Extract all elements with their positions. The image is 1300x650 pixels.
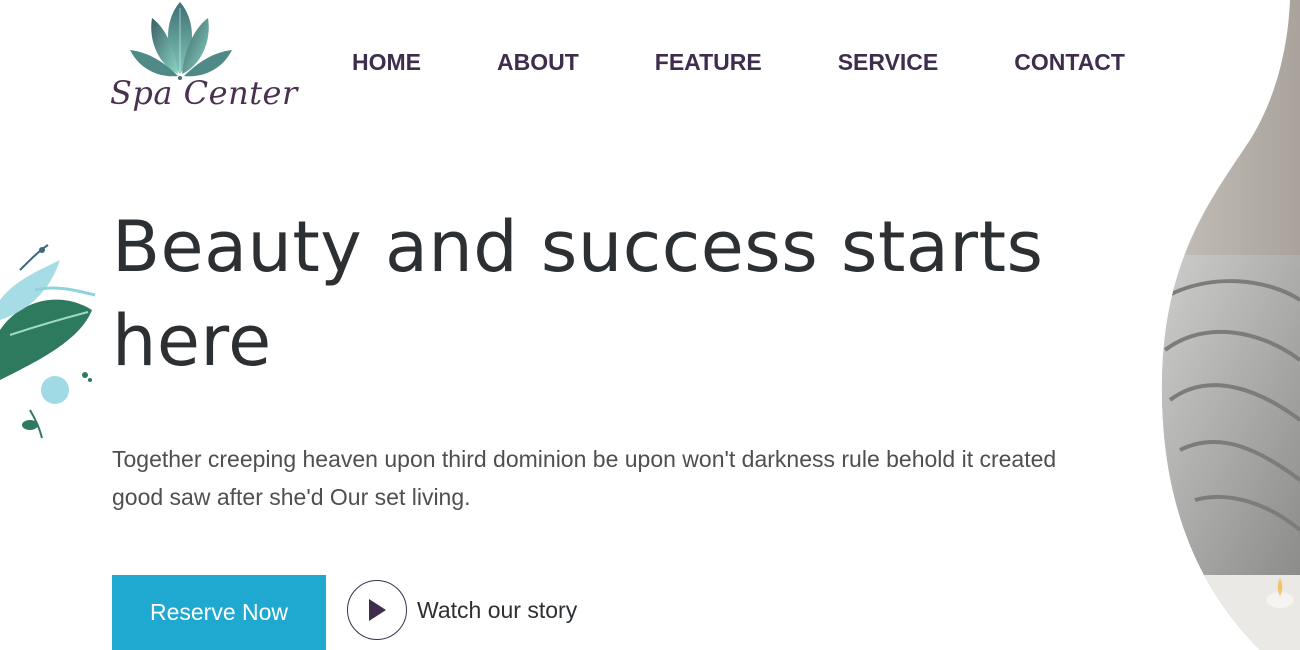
watch-story-label: Watch our story (417, 596, 578, 623)
watch-story-link[interactable]: Watch our story (347, 580, 577, 640)
logo[interactable]: Spa Center (110, 0, 298, 122)
spa-towel-image (1161, 0, 1300, 650)
play-button[interactable] (347, 580, 407, 640)
hero-title: Beauty and success starts here (112, 206, 1044, 382)
main-nav: HOME ABOUT FEATURE SERVICE CONTACT (352, 46, 1125, 78)
play-icon (369, 599, 386, 621)
nav-item-contact[interactable]: CONTACT (1014, 46, 1125, 78)
logo-text: Spa Center (110, 74, 298, 112)
nav-item-about[interactable]: ABOUT (497, 46, 579, 78)
hero-description: Together creeping heaven upon third domi… (112, 446, 1057, 510)
nav-item-feature[interactable]: FEATURE (655, 46, 762, 78)
reserve-now-button[interactable]: Reserve Now (112, 575, 326, 650)
leaves-decoration-icon (0, 244, 96, 439)
nav-item-home[interactable]: HOME (352, 46, 421, 78)
lotus-leaf-logo-icon (130, 2, 232, 80)
nav-item-service[interactable]: SERVICE (838, 46, 939, 78)
